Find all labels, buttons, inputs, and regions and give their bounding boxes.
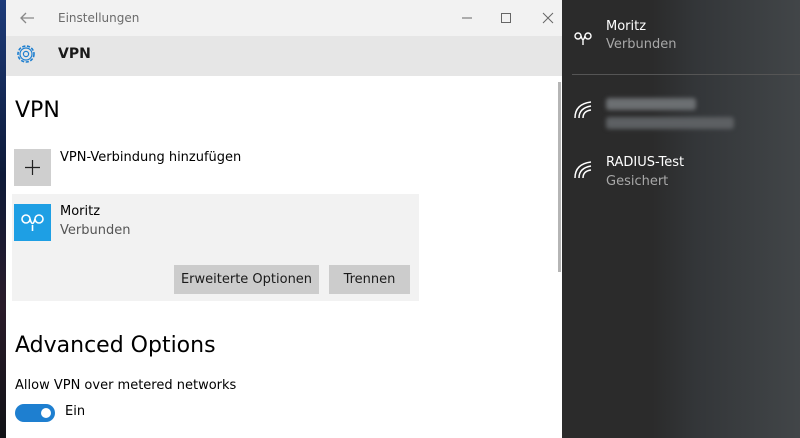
- page-title: VPN: [15, 98, 60, 123]
- flyout-divider: [572, 74, 800, 75]
- add-vpn-label[interactable]: VPN-Verbindung hinzufügen: [60, 150, 241, 165]
- redacted-network-name[interactable]: [606, 98, 696, 110]
- scrollbar-thumb[interactable]: [558, 82, 561, 272]
- settings-window: Einstellungen VPN VPN VPN-Verbindung hin…: [6, 0, 562, 438]
- flyout-vpn-name[interactable]: Moritz: [606, 19, 646, 34]
- flyout-vpn-status: Verbunden: [606, 37, 677, 52]
- metered-networks-toggle[interactable]: [15, 404, 55, 422]
- close-icon[interactable]: [539, 9, 557, 27]
- advanced-options-heading: Advanced Options: [15, 333, 216, 358]
- add-vpn-button[interactable]: [14, 149, 51, 186]
- vpn-connection-status: Verbunden: [60, 223, 131, 238]
- vpn-link-icon: [21, 214, 44, 231]
- flyout-background-blur: [652, 0, 800, 438]
- network-flyout: Moritz Verbunden RADIUS-Test Gesichert: [562, 0, 800, 438]
- disconnect-button[interactable]: Trennen: [329, 265, 410, 294]
- vpn-connection-name: Moritz: [60, 204, 101, 219]
- window-title: Einstellungen: [58, 11, 140, 25]
- header-title: VPN: [58, 46, 91, 62]
- maximize-icon[interactable]: [497, 9, 515, 27]
- vpn-link-icon: [574, 32, 592, 45]
- page-header: VPN: [6, 36, 562, 76]
- back-arrow-icon[interactable]: [18, 9, 36, 27]
- toggle-knob: [41, 408, 51, 418]
- flyout-network-status: Gesichert: [606, 174, 669, 189]
- flyout-network-name[interactable]: RADIUS-Test: [606, 155, 684, 170]
- plus-icon: [25, 160, 40, 175]
- toggle-state-label: Ein: [65, 404, 86, 419]
- title-bar: Einstellungen: [6, 0, 562, 36]
- wifi-icon: [574, 101, 592, 119]
- minimize-icon[interactable]: [458, 9, 476, 27]
- vpn-connection-tile: [14, 204, 51, 241]
- wifi-icon: [574, 161, 592, 179]
- advanced-options-button[interactable]: Erweiterte Optionen: [174, 265, 319, 294]
- redacted-network-status: [606, 117, 734, 129]
- gear-icon: [17, 45, 35, 63]
- metered-networks-label: Allow VPN over metered networks: [15, 378, 237, 393]
